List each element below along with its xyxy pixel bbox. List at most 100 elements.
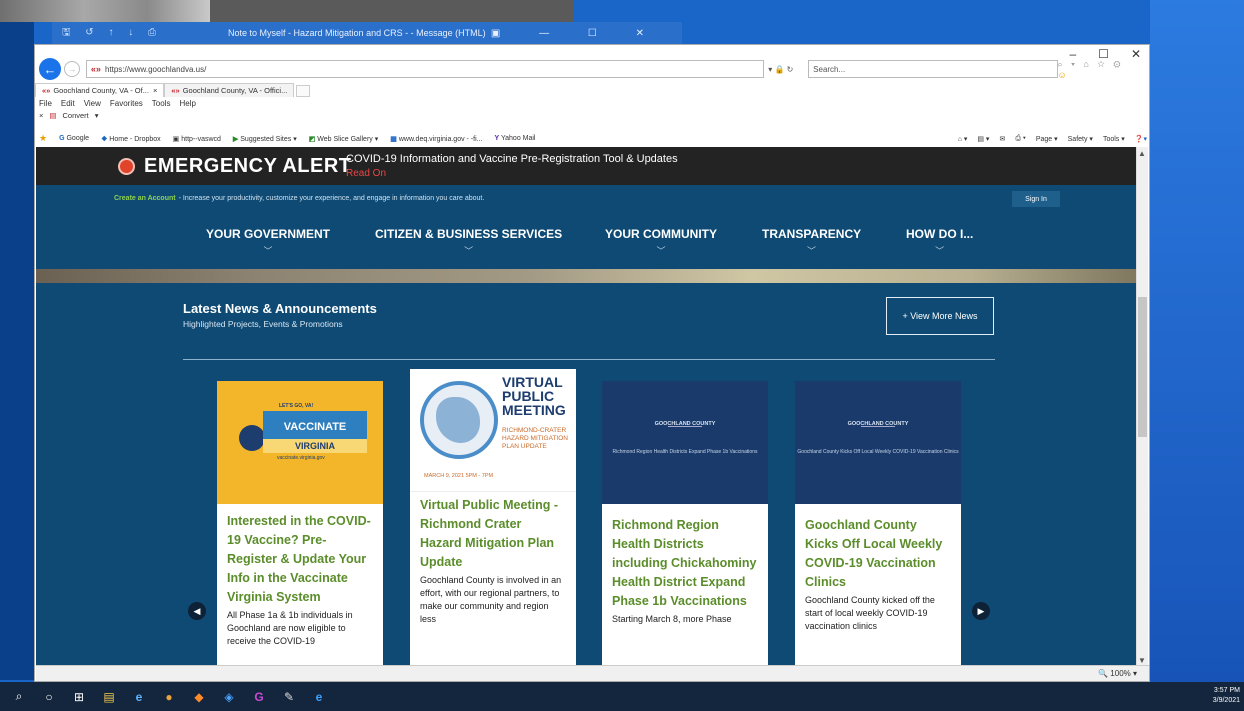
print-icon[interactable]: ⎙ ▾ bbox=[1015, 135, 1026, 143]
outlook-icon[interactable]: ◈ bbox=[218, 690, 240, 704]
nav-transparency[interactable]: TRANSPARENCY ﹀ bbox=[762, 227, 861, 257]
chrome-icon[interactable]: ● bbox=[158, 690, 180, 704]
feeds-icon[interactable]: ▤ ▾ bbox=[977, 135, 989, 143]
news-card[interactable]: LET'S GO, VA! VACCINATE VIRGINIA vaccina… bbox=[217, 381, 383, 667]
search-input[interactable]: Search... bbox=[808, 60, 1058, 78]
favorites-star-icon[interactable]: ★ bbox=[39, 133, 47, 144]
search-icon[interactable]: ⌕ bbox=[8, 689, 30, 704]
virus-icon bbox=[239, 425, 265, 451]
alert-title: EMERGENCY ALERT bbox=[144, 155, 352, 177]
outlook-message-titlebar[interactable]: 🖫 ↺ ↑ ↓ ⎙ Note to Myself - Hazard Mitiga… bbox=[52, 22, 682, 44]
desktop-background-right bbox=[1150, 0, 1244, 682]
scroll-up-icon[interactable]: ▲ bbox=[1138, 149, 1146, 158]
back-button[interactable]: ← bbox=[39, 58, 61, 80]
yahoo-icon: Y bbox=[494, 135, 500, 142]
nav-citizen-business-services[interactable]: CITIZEN & BUSINESS SERVICES ﹀ bbox=[375, 227, 562, 257]
tab-goochland-2[interactable]: «» Goochland County, VA - Offici... bbox=[164, 83, 295, 97]
carousel-prev-button[interactable]: ◀ bbox=[188, 602, 206, 620]
favorite-deq[interactable]: ▦ www.deq.virginia.gov - -fi... bbox=[390, 135, 482, 143]
cortana-icon[interactable]: ○ bbox=[38, 690, 60, 704]
favorite-vaswcd[interactable]: ▣ http--vaswcd bbox=[173, 135, 221, 143]
home-icon[interactable]: ⌂ bbox=[1083, 59, 1091, 69]
app-icon[interactable]: G bbox=[248, 690, 270, 704]
outlook-quick-access-icons[interactable]: 🖫 ↺ ↑ ↓ ⎙ bbox=[62, 25, 162, 42]
mail-icon[interactable]: ✉ bbox=[999, 135, 1005, 143]
tab-close-icon[interactable]: × bbox=[153, 86, 157, 95]
new-tab-button[interactable] bbox=[296, 85, 311, 97]
menu-tools[interactable]: Tools bbox=[152, 99, 171, 108]
news-card-title[interactable]: Richmond Region Health Districts includi… bbox=[602, 516, 768, 611]
view-more-news-button[interactable]: + View More News bbox=[886, 297, 994, 335]
gear-icon[interactable]: ⚙ bbox=[1113, 59, 1123, 69]
menu-view[interactable]: View bbox=[84, 99, 101, 108]
favorite-web-slice-gallery[interactable]: ◩ Web Slice Gallery ▾ bbox=[309, 135, 379, 143]
search-icon[interactable]: ⌕ ▾ bbox=[1058, 59, 1078, 69]
command-page[interactable]: Page ▾ bbox=[1036, 135, 1058, 143]
edge-icon[interactable]: e bbox=[308, 690, 330, 704]
favorite-google[interactable]: G Google bbox=[59, 135, 89, 142]
alert-read-on-link[interactable]: Read On bbox=[346, 168, 386, 179]
carousel-next-button[interactable]: ▶ bbox=[972, 602, 990, 620]
convert-button[interactable]: Convert bbox=[62, 111, 88, 120]
tab-goochland-1[interactable]: «» Goochland County, VA - Of... × bbox=[35, 83, 165, 97]
menu-edit[interactable]: Edit bbox=[61, 99, 75, 108]
tab-favicon-icon: «» bbox=[42, 86, 51, 95]
news-card[interactable]: GOOCHLAND COUNTY Goochland County Kicks … bbox=[795, 381, 961, 667]
goochland-county-image: GOOCHLAND COUNTY Richmond Region Health … bbox=[602, 381, 768, 504]
image-text: RICHMOND-CRATER HAZARD MITIGATION PLAN U… bbox=[502, 427, 568, 450]
help-icon[interactable]: ❓▾ bbox=[1135, 135, 1147, 143]
close-toolbar-icon[interactable]: × bbox=[39, 111, 43, 120]
address-bar[interactable]: «» https://www.goochlandva.us/ bbox=[85, 60, 765, 78]
page-viewport: EMERGENCY ALERT COVID-19 Information and… bbox=[36, 147, 1136, 667]
system-clock[interactable]: 3:57 PM 3/9/2021 bbox=[1213, 686, 1240, 706]
desktop-background bbox=[0, 0, 34, 680]
task-view-icon[interactable]: ⊞ bbox=[68, 690, 90, 704]
vertical-scrollbar[interactable]: ▲ ▼ bbox=[1136, 147, 1148, 667]
news-card-title[interactable]: Interested in the COVID-19 Vaccine? Pre-… bbox=[217, 512, 383, 607]
command-safety[interactable]: Safety ▾ bbox=[1068, 135, 1093, 143]
browser-toolbar-icons[interactable]: ⌕ ▾ ⌂ ☆ ⚙ ☺ bbox=[1058, 59, 1141, 80]
outlook-window-controls[interactable]: ▣ — ☐ ✕ bbox=[491, 28, 662, 39]
section-divider bbox=[183, 359, 995, 360]
scroll-down-icon[interactable]: ▼ bbox=[1138, 656, 1146, 665]
firefox-icon[interactable]: ◆ bbox=[188, 690, 210, 704]
favorites-star-icon[interactable]: ☆ bbox=[1097, 59, 1107, 69]
command-tools[interactable]: Tools ▾ bbox=[1103, 135, 1125, 143]
create-account-link[interactable]: Create an Account bbox=[114, 195, 176, 202]
tab-label: Goochland County, VA - Of... bbox=[53, 86, 149, 95]
clock-date: 3/9/2021 bbox=[1212, 697, 1240, 704]
favorite-label: http--vaswcd bbox=[181, 135, 221, 143]
forward-button[interactable]: → bbox=[63, 61, 80, 77]
chevron-down-icon[interactable]: ▾ bbox=[95, 111, 99, 120]
page-icon: ▦ bbox=[390, 135, 397, 143]
image-text: VIRGINIA bbox=[263, 439, 367, 453]
menu-help[interactable]: Help bbox=[179, 99, 195, 108]
address-bar-tools[interactable]: ▾ 🔒 ↻ bbox=[768, 65, 808, 74]
back-arrow-icon: ← bbox=[43, 61, 57, 77]
paint-icon[interactable]: ✎ bbox=[278, 690, 300, 704]
favorite-suggested-sites[interactable]: ▶ Suggested Sites ▾ bbox=[233, 135, 297, 143]
favorite-dropbox[interactable]: ❖ Home - Dropbox bbox=[101, 135, 161, 143]
feedback-smiley-icon[interactable]: ☺ bbox=[1058, 70, 1070, 80]
favorite-yahoo-mail[interactable]: Y Yahoo Mail bbox=[494, 135, 535, 142]
nav-how-do-i[interactable]: HOW DO I... ﹀ bbox=[906, 227, 973, 257]
menu-file[interactable]: File bbox=[39, 99, 52, 108]
home-icon[interactable]: ⌂ ▾ bbox=[958, 135, 968, 143]
sign-in-button[interactable]: Sign In bbox=[1012, 191, 1060, 207]
scrollbar-thumb[interactable] bbox=[1138, 297, 1147, 437]
alert-message[interactable]: COVID-19 Information and Vaccine Pre-Reg… bbox=[346, 153, 678, 165]
news-card[interactable]: GOOCHLAND COUNTY Richmond Region Health … bbox=[602, 381, 768, 667]
suggested-sites-icon: ▶ bbox=[232, 135, 239, 143]
menu-favorites[interactable]: Favorites bbox=[110, 99, 143, 108]
news-card[interactable]: VIRTUAL PUBLIC MEETING RICHMOND-CRATER H… bbox=[410, 369, 576, 667]
nav-your-community[interactable]: YOUR COMMUNITY ﹀ bbox=[605, 227, 717, 257]
favorite-label: Google bbox=[66, 135, 90, 142]
file-explorer-icon[interactable]: ▤ bbox=[98, 690, 120, 704]
news-card-title[interactable]: Goochland County Kicks Off Local Weekly … bbox=[795, 516, 961, 592]
nav-your-government[interactable]: YOUR GOVERNMENT ﹀ bbox=[206, 227, 330, 257]
internet-explorer-icon[interactable]: e bbox=[128, 690, 150, 704]
zoom-control[interactable]: 🔍 100% ▾ bbox=[1098, 669, 1137, 678]
news-card-title[interactable]: Virtual Public Meeting - Richmond Crater… bbox=[410, 496, 576, 572]
favorite-label: Web Slice Gallery ▾ bbox=[317, 135, 379, 143]
outlook-window-title: Note to Myself - Hazard Mitigation and C… bbox=[228, 28, 486, 38]
